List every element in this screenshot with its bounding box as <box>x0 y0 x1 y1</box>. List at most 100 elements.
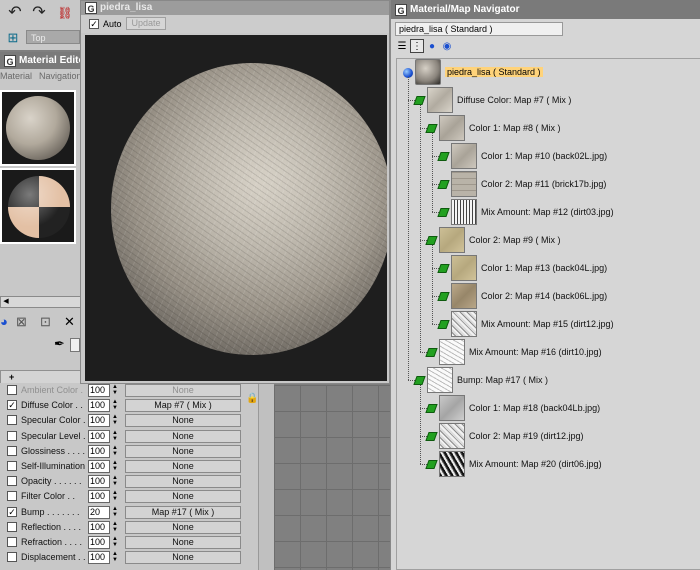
amount-spinner-icon[interactable]: ▲ ▼ <box>111 445 119 458</box>
map-thumbnail <box>451 283 477 309</box>
preview-options: ✓ Auto Update <box>81 15 389 33</box>
material-editor-title[interactable]: GMaterial Editor <box>0 52 81 69</box>
amount-spinner-icon[interactable]: ▲ ▼ <box>111 490 119 503</box>
map-amount-field[interactable]: 100 <box>88 536 110 549</box>
map-amount-field[interactable]: 100 <box>88 460 110 473</box>
map-slot-button[interactable]: None <box>125 551 241 565</box>
amount-spinner-icon[interactable]: ▲ ▼ <box>111 430 119 443</box>
redo-icon[interactable]: ↷ <box>28 2 50 24</box>
map-amount-field[interactable]: 100 <box>88 520 110 534</box>
navigator-tree: piedra_lisa ( Standard ) Diffuse Color: M… <box>396 58 700 570</box>
assign-icon[interactable]: ⊡ <box>40 314 51 330</box>
menu-navigation[interactable]: Navigation <box>39 71 81 81</box>
link-icon[interactable]: ⛓ <box>54 2 76 24</box>
map-enable-checkbox[interactable] <box>7 430 17 441</box>
tree-node-label: Diffuse Color: Map #7 ( Mix ) <box>457 95 572 105</box>
navigator-material-field[interactable]: piedra_lisa ( Standard ) <box>395 22 563 36</box>
map-enable-checkbox[interactable] <box>7 537 17 547</box>
map-amount-field[interactable]: 100 <box>88 399 110 413</box>
sphere-large-icon[interactable]: ◉ <box>440 40 454 54</box>
material-name-field[interactable] <box>70 338 80 352</box>
map-node-icon <box>413 376 426 385</box>
map-slot-button[interactable]: None <box>125 414 241 428</box>
map-enable-checkbox[interactable] <box>7 385 17 395</box>
amount-spinner-icon[interactable]: ▲ ▼ <box>111 460 119 473</box>
lock-icon[interactable]: 🔒 <box>246 393 258 405</box>
map-thumbnail <box>427 87 453 113</box>
list-view-icon[interactable]: ☰ <box>395 40 409 54</box>
amount-spinner-icon[interactable]: ▲ ▼ <box>111 536 119 549</box>
map-amount-field[interactable]: 100 <box>88 444 110 458</box>
map-channel-label: Opacity . . . . . . <box>21 476 82 487</box>
map-amount-field[interactable]: 20 <box>88 505 110 519</box>
map-slot-button[interactable]: None <box>125 475 241 489</box>
sphere-small-icon[interactable]: ● <box>425 40 439 54</box>
map-slot-button[interactable]: None <box>125 384 241 397</box>
tree-view-icon[interactable]: ⋮ <box>410 39 424 53</box>
map-channel-label: Specular Level . . <box>21 430 85 441</box>
map-enable-checkbox[interactable] <box>7 521 17 532</box>
eyedropper-icon[interactable]: ✒ <box>54 336 65 352</box>
map-enable-checkbox[interactable] <box>7 476 17 487</box>
material-slot-2[interactable] <box>0 168 76 244</box>
preview-title-bar[interactable]: Gpiedra_lisa <box>81 1 389 15</box>
map-slot-button[interactable]: None <box>125 429 241 443</box>
map-thumbnail <box>451 143 477 169</box>
map-slot-button[interactable]: Map #17 ( Mix ) <box>125 505 241 519</box>
amount-spinner-icon[interactable]: ▲ ▼ <box>111 551 119 564</box>
material-slot-1[interactable] <box>0 90 76 166</box>
close-icon[interactable]: ✕ <box>64 314 75 330</box>
viewport-grid[interactable] <box>274 385 390 570</box>
map-node-icon <box>437 208 450 217</box>
maps-scrollbar[interactable] <box>258 383 274 570</box>
map-enable-checkbox[interactable] <box>7 445 17 456</box>
undo-icon[interactable]: ↶ <box>4 2 26 24</box>
navigator-title-bar[interactable]: G Material/Map Navigator <box>391 0 700 19</box>
get-material-icon[interactable]: ◕ <box>0 314 8 329</box>
viewport-icon[interactable]: ⊞ <box>4 30 22 48</box>
map-node-icon <box>425 460 438 469</box>
map-enable-checkbox[interactable]: ✓ <box>7 506 17 517</box>
amount-spinner-icon[interactable]: ▲ ▼ <box>111 384 119 397</box>
map-enable-checkbox[interactable] <box>7 415 17 426</box>
put-material-icon[interactable]: ⊠ <box>16 314 27 330</box>
amount-spinner-icon[interactable]: ▲ ▼ <box>111 521 119 534</box>
map-enable-checkbox[interactable]: ✓ <box>7 400 17 411</box>
map-slot-button[interactable]: None <box>125 536 241 549</box>
scroll-left-arrow-icon[interactable]: ◀ <box>1 297 11 307</box>
map-slot-button[interactable]: None <box>125 460 241 473</box>
viewport-label[interactable]: Top <box>26 30 80 44</box>
tree-connector <box>432 324 439 325</box>
tree-node-label: Bump: Map #17 ( Mix ) <box>457 375 549 385</box>
map-amount-field[interactable]: 100 <box>88 551 110 565</box>
menu-material[interactable]: Material <box>0 71 32 81</box>
map-enable-checkbox[interactable] <box>7 491 17 502</box>
map-row: Filter Color . . 100 ▲ ▼ None <box>0 489 274 504</box>
map-thumbnail <box>451 171 477 197</box>
map-amount-field[interactable]: 100 <box>88 475 110 489</box>
map-amount-field[interactable]: 100 <box>88 414 110 428</box>
map-enable-checkbox[interactable] <box>7 552 17 563</box>
map-amount-field[interactable]: 100 <box>88 490 110 504</box>
amount-spinner-icon[interactable]: ▲ ▼ <box>111 414 119 427</box>
map-slot-button[interactable]: None <box>125 444 241 458</box>
map-slot-button[interactable]: None <box>125 490 241 504</box>
amount-spinner-icon[interactable]: ▲ ▼ <box>111 506 119 519</box>
map-enable-checkbox[interactable] <box>7 461 17 471</box>
map-slot-button[interactable]: None <box>125 520 241 534</box>
tree-node-label: Color 2: Map #11 (brick17b.jpg) <box>481 179 607 189</box>
slots-scrollbar[interactable]: ◀ <box>0 296 82 308</box>
map-slot-button[interactable]: Map #7 ( Mix ) <box>125 399 241 413</box>
map-amount-field[interactable]: 100 <box>88 384 110 397</box>
tree-node-label: Mix Amount: Map #16 (dirt10.jpg) <box>469 347 602 357</box>
amount-spinner-icon[interactable]: ▲ ▼ <box>111 399 119 412</box>
map-node-icon <box>425 432 438 441</box>
map-row: Opacity . . . . . . 100 ▲ ▼ None <box>0 474 274 489</box>
auto-checkbox[interactable]: ✓ <box>89 19 99 29</box>
material-render-view[interactable] <box>85 35 387 381</box>
amount-spinner-icon[interactable]: ▲ ▼ <box>111 475 119 488</box>
update-button[interactable]: Update <box>126 17 166 30</box>
rollout-shader-basic[interactable]: + <box>0 370 82 384</box>
map-amount-field[interactable]: 100 <box>88 429 110 443</box>
main-toolbar: ↶ ↷ ⛓ ⊞ Top <box>0 0 80 50</box>
